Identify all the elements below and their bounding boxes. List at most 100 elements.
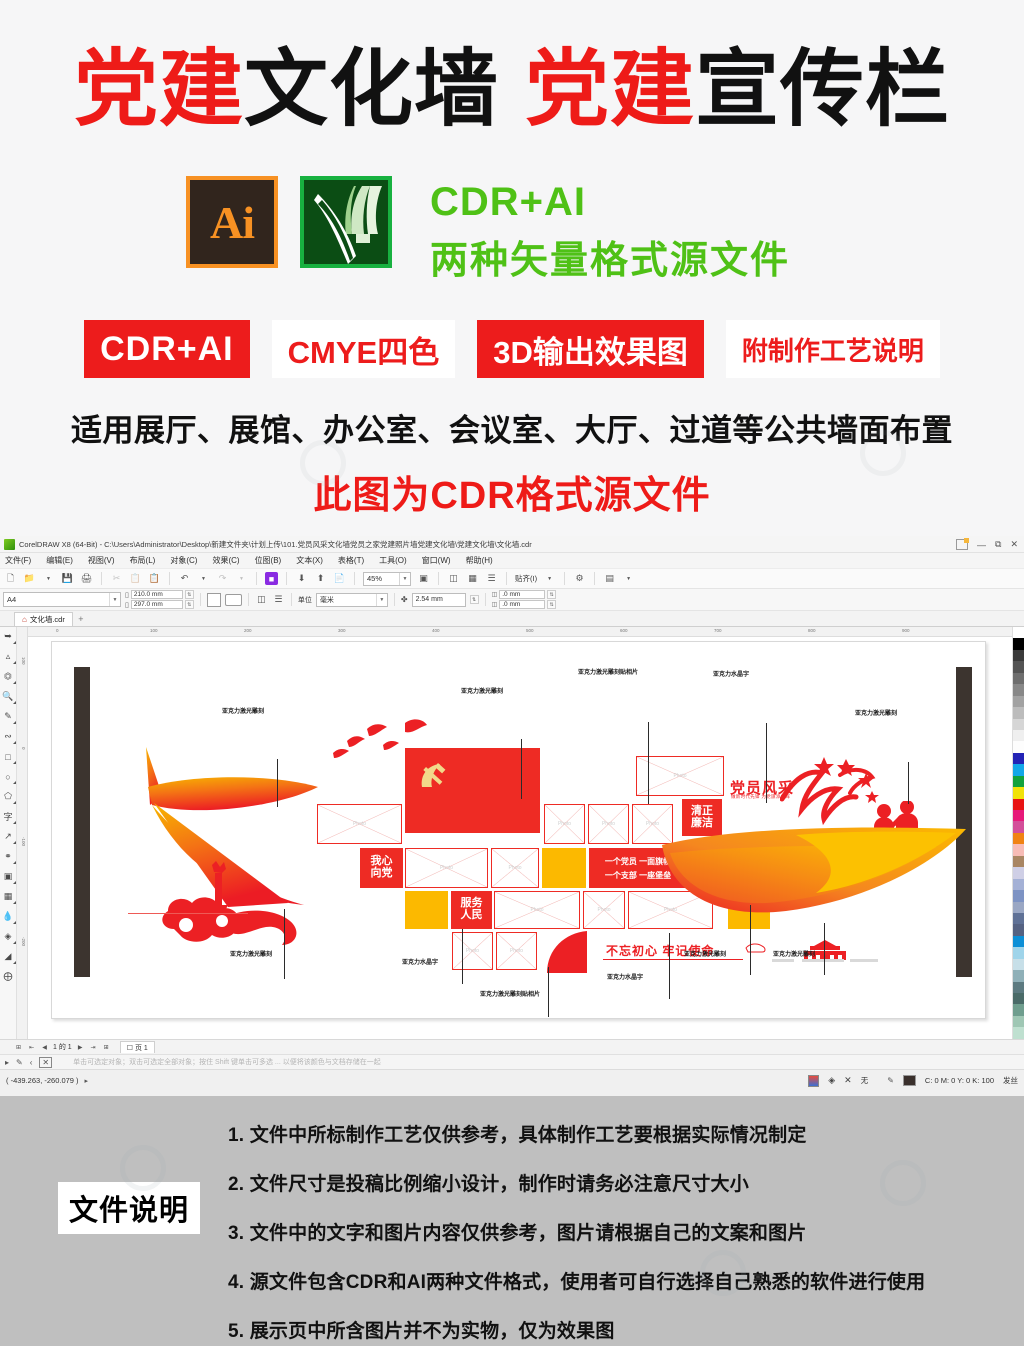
page-width-input[interactable]: 210.0 mm	[130, 590, 183, 599]
chevron-down-icon[interactable]: ▼	[622, 572, 635, 585]
freehand-tool-icon[interactable]: ✎	[2, 710, 16, 724]
color-swatch[interactable]	[1013, 1004, 1024, 1016]
color-swatch[interactable]	[1013, 752, 1024, 765]
duplicate-y-input[interactable]: .0 mm	[499, 600, 546, 609]
expand-statusbar-icon[interactable]: ▸	[85, 1077, 89, 1085]
color-swatch[interactable]	[1013, 741, 1024, 753]
color-swatch[interactable]	[1013, 775, 1024, 788]
application-launcher-icon[interactable]: ▤	[603, 572, 616, 585]
color-swatch[interactable]	[1013, 718, 1024, 730]
interactive-fill-tool-icon[interactable]: ◈	[2, 930, 16, 944]
search-icon[interactable]: ■	[265, 572, 278, 585]
photo-placeholder[interactable]: Photo	[496, 932, 537, 970]
outline-tool-icon[interactable]: ⨁	[2, 970, 15, 983]
color-swatch[interactable]	[1013, 707, 1024, 719]
color-swatch[interactable]	[1013, 627, 1024, 639]
outline-color-swatch[interactable]	[902, 1075, 916, 1086]
shape-tool-icon[interactable]: ▵	[2, 650, 16, 664]
color-swatch[interactable]	[1013, 890, 1024, 902]
show-hide-guides-icon[interactable]: ☰	[485, 572, 498, 585]
color-swatch[interactable]	[1013, 924, 1024, 936]
photo-placeholder[interactable]: Photo	[544, 804, 585, 844]
show-hide-grid-icon[interactable]: ▦	[466, 572, 479, 585]
straight-line-connector-icon[interactable]: ⚭	[2, 850, 16, 864]
chevron-down-icon[interactable]: ▼	[375, 593, 387, 606]
add-page-after-icon[interactable]: ⊞	[102, 1042, 111, 1052]
nudge-distance-input[interactable]: 2.54 mm	[411, 592, 466, 607]
color-swatch[interactable]	[1013, 810, 1024, 822]
paste-icon[interactable]: 📋	[148, 572, 161, 585]
color-swatch[interactable]	[1013, 912, 1024, 925]
chevron-down-icon[interactable]: ▼	[543, 572, 556, 585]
photo-placeholder[interactable]: Photo	[491, 848, 539, 888]
photo-placeholder[interactable]: Photo	[636, 756, 724, 796]
cut-icon[interactable]: ✂	[110, 572, 123, 585]
open-icon[interactable]: 📁	[23, 572, 36, 585]
restore-button[interactable]: ⧉	[995, 539, 1001, 550]
width-spinner[interactable]: ⇅	[184, 590, 194, 599]
menu-table[interactable]: 表格(T)	[338, 555, 364, 566]
rectangle-tool-icon[interactable]: □	[2, 750, 16, 764]
color-swatch[interactable]	[1013, 1027, 1024, 1039]
color-swatch[interactable]	[1013, 821, 1024, 833]
no-fill-caret-icon[interactable]: ‹	[30, 1058, 33, 1067]
snap-to-label[interactable]: 贴齐(I)	[515, 573, 537, 584]
menu-layout[interactable]: 布局(L)	[130, 555, 156, 566]
photo-placeholder[interactable]: Photo	[494, 891, 580, 929]
import-icon[interactable]: ⬇	[295, 572, 308, 585]
duplicate-x-input[interactable]: .0 mm	[499, 590, 546, 599]
color-swatch[interactable]	[1013, 661, 1024, 673]
menu-effects[interactable]: 效果(C)	[212, 555, 239, 566]
color-swatch[interactable]	[1013, 649, 1024, 662]
prev-page-icon[interactable]: ◀	[40, 1042, 49, 1052]
ellipse-tool-icon[interactable]: ○	[2, 770, 16, 784]
fill-swatch-icon[interactable]: ◈	[828, 1075, 835, 1086]
artistic-media-tool-icon[interactable]: ∾	[2, 730, 16, 744]
color-eyedropper-icon[interactable]: 💧	[2, 910, 16, 924]
color-swatch[interactable]	[1013, 844, 1024, 856]
color-proof-icon[interactable]	[808, 1074, 820, 1087]
color-palette[interactable]	[1012, 627, 1024, 1039]
color-swatch[interactable]	[1013, 798, 1024, 810]
color-swatch[interactable]	[1013, 981, 1024, 993]
photo-placeholder[interactable]: Photo	[405, 848, 488, 888]
photo-placeholder[interactable]: Photo	[588, 804, 629, 844]
first-page-icon[interactable]: ⇤	[27, 1042, 36, 1052]
menu-view[interactable]: 视图(V)	[88, 555, 115, 566]
fill-arrow-icon[interactable]: ▸	[5, 1058, 9, 1067]
color-swatch[interactable]	[1013, 672, 1024, 685]
photo-placeholder[interactable]: Photo	[452, 932, 493, 970]
photo-placeholder[interactable]: Photo	[583, 891, 625, 929]
nudge-spinner[interactable]: ⇅	[469, 595, 479, 604]
minimize-button[interactable]: —	[977, 540, 986, 550]
color-swatch[interactable]	[1013, 684, 1024, 696]
print-icon[interactable]: 🖨	[80, 572, 93, 585]
undo-icon[interactable]: ↶	[178, 572, 191, 585]
horizontal-ruler[interactable]: 0 100 200 300 400 500 600 700 800 900	[28, 627, 1012, 637]
color-swatch[interactable]	[1013, 993, 1024, 1005]
menu-bitmaps[interactable]: 位图(B)	[255, 555, 282, 566]
all-pages-icon[interactable]: ◫	[255, 593, 268, 606]
height-spinner[interactable]: ⇅	[184, 600, 194, 609]
color-swatch[interactable]	[1013, 695, 1024, 708]
show-hide-rulers-icon[interactable]: ◫	[447, 572, 460, 585]
duplicate-x-spinner[interactable]: ⇅	[547, 590, 557, 599]
full-screen-preview-icon[interactable]: ▣	[417, 572, 430, 585]
undo-dropdown-icon[interactable]: ▼	[197, 572, 210, 585]
transparency-tool-icon[interactable]: ▦	[2, 890, 16, 904]
units-combo[interactable]: 毫米 ▼	[315, 592, 388, 607]
drawing-canvas[interactable]: Photo Photo Photo Photo Photo 我心 向党 Photo…	[28, 637, 1012, 1039]
text-tool-icon[interactable]: 字	[2, 810, 16, 824]
color-swatch[interactable]	[1013, 764, 1024, 776]
vertical-ruler[interactable]: 100 0 -100 -200	[17, 627, 28, 1039]
close-button[interactable]: ✕	[1010, 539, 1018, 550]
menu-help[interactable]: 帮助(H)	[466, 555, 493, 566]
outline-pen-icon[interactable]: ✎	[16, 1058, 23, 1067]
copy-icon[interactable]: 📋	[129, 572, 142, 585]
pick-tool-icon[interactable]: ➥	[2, 630, 16, 644]
redo-dropdown-icon[interactable]: ▼	[235, 572, 248, 585]
drop-shadow-tool-icon[interactable]: ▣	[2, 870, 16, 884]
options-gear-icon[interactable]: ⚙	[573, 572, 586, 585]
menu-text[interactable]: 文本(X)	[296, 555, 323, 566]
outline-pen-icon[interactable]: ✎	[887, 1076, 894, 1085]
